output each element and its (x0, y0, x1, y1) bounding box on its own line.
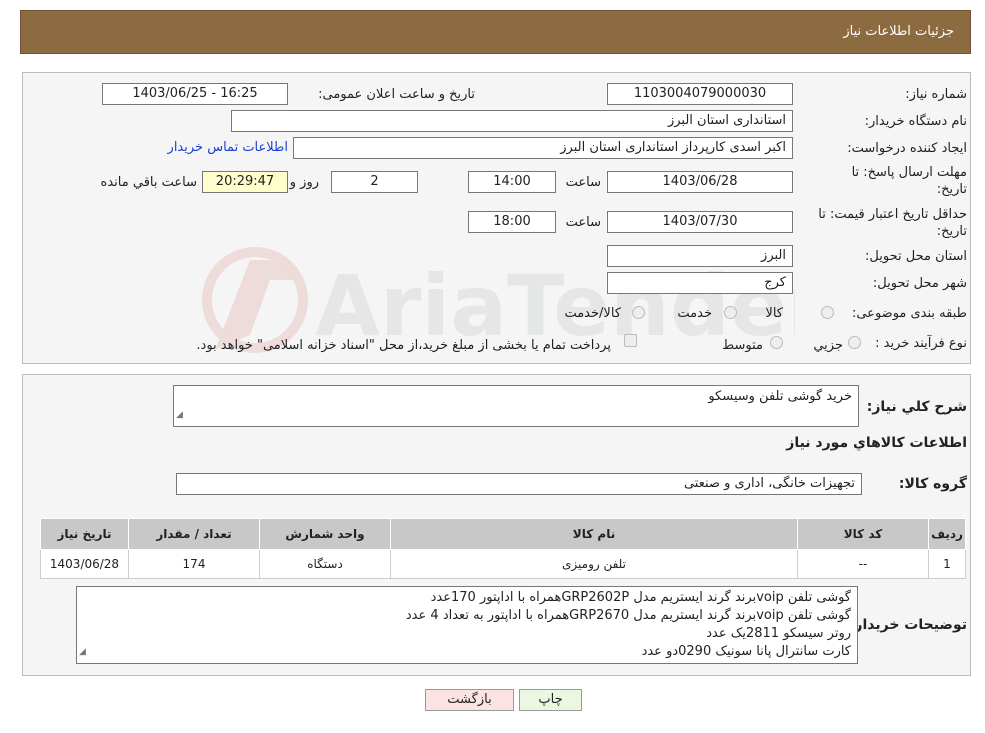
resize-grip-icon[interactable]: ◢ (176, 406, 183, 424)
validity-time-field: 18:00 (468, 211, 556, 233)
buyer-org-field: استانداری استان البرز (231, 110, 793, 132)
validity-date-field: 1403/07/30 (607, 211, 793, 233)
category-goods-radio[interactable] (821, 306, 834, 319)
cell-name: تلفن رومیزی (390, 549, 798, 579)
reply-deadline-label-2: تاریخ: (936, 182, 967, 197)
reply-time-label: ساعت (565, 175, 601, 190)
price-validity-label-2: تاریخ: (936, 224, 967, 239)
note-line: گوشی تلفن voipبرند گرند ایستریم مدل GRP2… (430, 590, 851, 605)
category-label: طبقه بندی موضوعی: (851, 306, 967, 321)
category-service-radio[interactable] (724, 306, 737, 319)
creator-label: ایجاد کننده درخواست: (847, 141, 967, 156)
category-goods-service-radio[interactable] (632, 306, 645, 319)
city-field: کرج (607, 272, 793, 294)
col-date: تاریخ نیاز (40, 518, 129, 550)
treasury-checkbox[interactable] (624, 334, 637, 347)
treasury-note: پرداخت تمام يا بخشی از مبلغ خريد،از محل … (196, 338, 611, 353)
province-label: استان محل تحویل: (865, 249, 967, 264)
goods-group-field: تجهیزات خانگی، اداری و صنعتی (176, 473, 862, 495)
col-row: رديف (928, 518, 966, 550)
goods-group-label: گروه کالا: (898, 476, 967, 492)
need-number-label: شماره نیاز: (905, 87, 967, 102)
creator-field: اکبر اسدی کارپرداز استانداری استان البرز (293, 137, 793, 159)
page-title: جزئیات اطلاعات نیاز (843, 24, 954, 39)
table-row[interactable]: 1 -- تلفن رومیزی دستگاه 174 1403/06/28 (40, 549, 966, 579)
cell-date: 1403/06/28 (40, 549, 129, 579)
cell-row: 1 (928, 549, 966, 579)
buyer-contact-link[interactable]: اطلاعات تماس خریدار (168, 140, 288, 155)
announce-label: تاریخ و ساعت اعلان عمومی: (318, 87, 475, 102)
need-number-field: 1103004079000030 (607, 83, 793, 105)
reply-deadline-label: مهلت ارسال پاسخ: تا (851, 165, 967, 180)
goods-table: رديف کد کالا نام کالا واحد شمارش تعداد /… (40, 518, 966, 579)
col-name: نام کالا (390, 518, 798, 550)
category-service-label: خدمت (677, 306, 712, 321)
city-label: شهر محل تحویل: (872, 276, 967, 291)
description-field: خرید گوشی تلفن وسیسکو ◢ (173, 385, 859, 427)
col-unit: واحد شمارش (259, 518, 391, 550)
buyer-notes-field: گوشی تلفن voipبرند گرند ایستریم مدل GRP2… (76, 586, 858, 664)
reply-days-field: 2 (331, 171, 418, 193)
cell-qty: 174 (128, 549, 260, 579)
page-header: جزئیات اطلاعات نیاز (20, 10, 971, 54)
purchase-type-label: نوع فرآیند خرید : (875, 336, 967, 351)
price-validity-label: حداقل تاریخ اعتبار قیمت: تا (818, 207, 967, 222)
category-goods-label: کالا (765, 306, 783, 321)
purchase-minor-radio[interactable] (848, 336, 861, 349)
remaining-time-field: 20:29:47 (202, 171, 288, 193)
days-label: روز و (289, 175, 319, 190)
table-header-row: رديف کد کالا نام کالا واحد شمارش تعداد /… (40, 518, 966, 550)
announce-field: 1403/06/25 - 16:25 (102, 83, 288, 105)
description-text: خرید گوشی تلفن وسیسکو (708, 389, 852, 404)
province-field: البرز (607, 245, 793, 267)
goods-info-title: اطلاعات كالاهاي مورد نياز (786, 435, 967, 451)
purchase-medium-label: متوسط (722, 338, 763, 353)
buyer-notes-label: توضیحات خریدار: (848, 617, 967, 633)
print-button[interactable]: چاپ (519, 689, 582, 711)
reply-time-field: 14:00 (468, 171, 556, 193)
remaining-label: ساعت باقي مانده (100, 175, 197, 190)
note-line: روتر سیسکو 2811یک عدد (706, 626, 851, 641)
back-button[interactable]: بازگشت (425, 689, 514, 711)
category-goods-service-label: کالا/خدمت (564, 306, 621, 321)
resize-grip-icon[interactable]: ◢ (79, 643, 86, 661)
note-line: گوشی تلفن voipبرند گرند ایستریم مدل GRP2… (405, 608, 851, 623)
purchase-medium-radio[interactable] (770, 336, 783, 349)
col-qty: تعداد / مقدار (128, 518, 260, 550)
description-label: شرح كلي نياز: (866, 399, 967, 415)
reply-date-field: 1403/06/28 (607, 171, 793, 193)
validity-time-label: ساعت (565, 215, 601, 230)
note-line: کارت سانترال پانا سونیک 0290دو عدد (641, 644, 851, 659)
cell-unit: دستگاه (259, 549, 391, 579)
cell-code: -- (797, 549, 929, 579)
buyer-org-label: نام دستگاه خریدار: (864, 114, 967, 129)
purchase-minor-label: جزيي (813, 338, 843, 353)
col-code: کد کالا (797, 518, 929, 550)
